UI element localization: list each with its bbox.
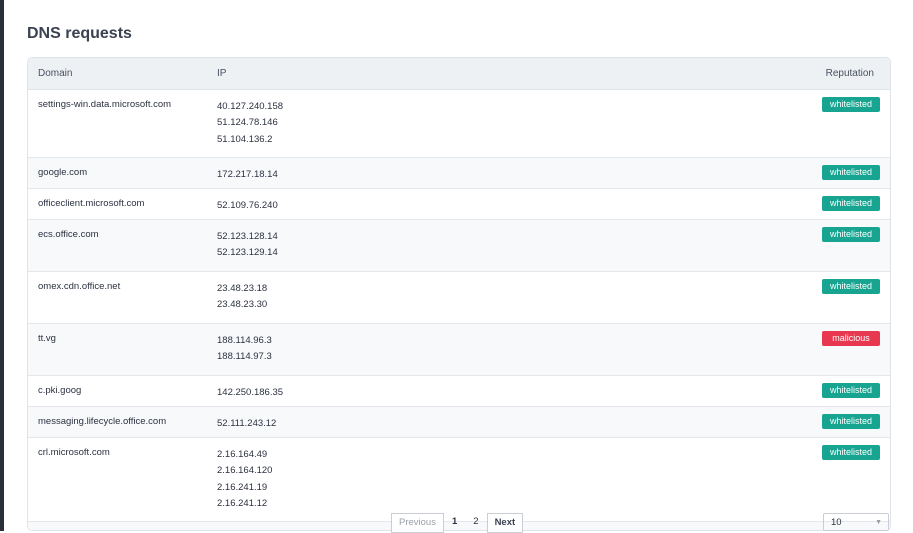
dns-requests-table: Domain IP Reputation settings-win.data.m… (27, 57, 891, 531)
row-ip: 52.109.76.240 (217, 200, 278, 211)
column-header-reputation[interactable]: Reputation (826, 68, 874, 79)
row-ip: 51.124.78.146 (217, 117, 278, 129)
row-domain: crl.microsoft.com (38, 447, 110, 458)
row-ip: 40.127.240.158 (217, 101, 284, 112)
row-ip: 2.16.241.19 (217, 481, 268, 493)
row-domain: settings-win.data.microsoft.com (38, 99, 172, 110)
reputation-badge: whitelisted (822, 227, 880, 242)
row-ip-list: 52.109.76.240 (217, 198, 278, 214)
row-ip: 172.217.18.14 (217, 169, 278, 180)
pagination: Previous 1 2 Next (391, 513, 524, 533)
row-domain: officeclient.microsoft.com (38, 198, 145, 209)
row-ip: 51.104.136.2 (217, 133, 273, 145)
chevron-down-icon: ▼ (875, 519, 882, 526)
previous-page-button[interactable]: Previous (391, 513, 444, 533)
table-body: settings-win.data.microsoft.com 40.127.24… (28, 90, 890, 530)
reputation-badge: whitelisted (822, 196, 880, 211)
table-row[interactable]: crl.microsoft.com 2.16.164.49 2.16.164.120… (28, 438, 890, 522)
reputation-badge: whitelisted (822, 445, 880, 460)
row-ip-list: 52.123.128.14 52.123.129.14 (217, 229, 278, 262)
row-domain: omex.cdn.office.net (38, 281, 121, 292)
row-domain: ecs.office.com (38, 229, 99, 240)
left-sidebar-edge (0, 0, 4, 531)
row-ip-list: 52.111.243.12 (217, 416, 276, 432)
page-2-button[interactable]: 2 (465, 513, 486, 531)
next-page-button[interactable]: Next (486, 513, 524, 533)
row-ip: 142.250.186.35 (217, 387, 284, 398)
row-domain: google.com (38, 167, 88, 178)
row-ip: 2.16.164.120 (217, 465, 273, 477)
row-domain: messaging.lifecycle.office.com (38, 416, 167, 427)
row-ip-list: 188.114.96.3 188.114.97.3 (217, 333, 272, 366)
table-row[interactable]: ecs.office.com 52.123.128.14 52.123.129.14… (28, 220, 890, 272)
row-ip: 2.16.241.12 (217, 497, 268, 509)
reputation-badge: whitelisted (822, 279, 880, 294)
reputation-badge: whitelisted (822, 165, 880, 180)
row-domain: c.pki.goog (38, 385, 82, 396)
table-row[interactable]: google.com 172.217.18.14 whitelisted (28, 158, 890, 189)
column-header-domain[interactable]: Domain (38, 68, 72, 79)
reputation-badge: whitelisted (822, 383, 880, 398)
rows-per-page-value: 10 (831, 517, 842, 528)
row-ip: 23.48.23.30 (217, 299, 268, 311)
row-ip: 188.114.97.3 (217, 351, 272, 363)
row-ip-list: 23.48.23.18 23.48.23.30 (217, 281, 267, 314)
row-ip: 23.48.23.18 (217, 283, 268, 294)
table-row[interactable]: settings-win.data.microsoft.com 40.127.24… (28, 90, 890, 158)
row-ip-list: 2.16.164.49 2.16.164.120 2.16.241.19 2.16.2… (217, 447, 272, 512)
reputation-badge: whitelisted (822, 97, 880, 112)
row-ip-list: 172.217.18.14 (217, 167, 278, 183)
reputation-badge: malicious (822, 331, 880, 346)
column-header-ip[interactable]: IP (217, 68, 226, 79)
table-row[interactable]: omex.cdn.office.net 23.48.23.18 23.48.23.3… (28, 272, 890, 324)
table-row[interactable]: messaging.lifecycle.office.com 52.111.243… (28, 407, 890, 438)
row-ip: 52.123.128.14 (217, 231, 278, 242)
row-ip: 52.111.243.12 (217, 418, 277, 429)
row-ip: 52.123.129.14 (217, 247, 278, 259)
row-ip-list: 142.250.186.35 (217, 385, 283, 401)
table-row[interactable]: tt.vg 188.114.96.3 188.114.97.3 malicious (28, 324, 890, 376)
table-row[interactable]: c.pki.goog 142.250.186.35 whitelisted (28, 376, 890, 407)
row-domain: tt.vg (38, 333, 56, 344)
table-row[interactable]: officeclient.microsoft.com 52.109.76.240 w… (28, 189, 890, 220)
table-header: Domain IP Reputation (28, 58, 890, 90)
row-ip: 188.114.96.3 (217, 335, 272, 346)
rows-per-page-select[interactable]: 10 ▼ (823, 513, 889, 531)
row-ip-list: 40.127.240.158 51.124.78.146 51.104.136.2 (217, 99, 283, 148)
row-ip: 2.16.164.49 (217, 449, 268, 460)
page-title: DNS requests (27, 25, 132, 42)
page-1-button[interactable]: 1 (444, 513, 465, 531)
reputation-badge: whitelisted (822, 414, 880, 429)
